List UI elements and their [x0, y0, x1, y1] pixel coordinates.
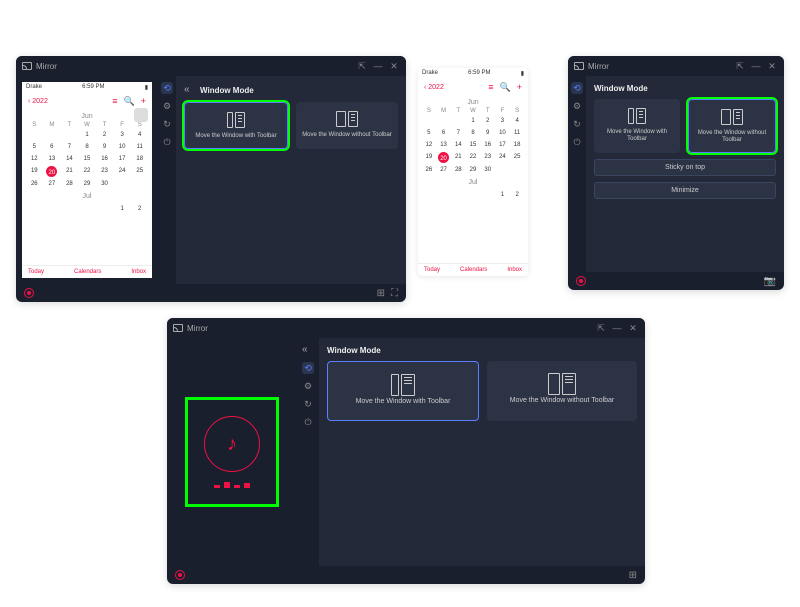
- status-battery-icon: ▮: [145, 84, 148, 91]
- month-label: Jun: [22, 113, 152, 120]
- sticky-button[interactable]: Sticky on top: [594, 159, 776, 176]
- detached-phone[interactable]: Drake6:59 PM▮ ‹ 2022 ≡🔍+ Jun SMTWTFS 123…: [418, 68, 528, 276]
- app-title: Mirror: [588, 62, 609, 71]
- calendar-grid[interactable]: 1234 567891011 12131415161718 1920212223…: [22, 128, 152, 191]
- list-icon[interactable]: ≡: [112, 96, 117, 107]
- search-icon[interactable]: 🔍: [124, 96, 135, 107]
- cast-icon: [173, 324, 183, 332]
- chevron-left-icon[interactable]: «: [184, 84, 196, 96]
- foot-inbox[interactable]: Inbox: [131, 269, 146, 275]
- app-title: Mirror: [36, 62, 57, 71]
- music-playing-indicator: ♪: [188, 400, 276, 504]
- panel-title: Window Mode: [200, 86, 254, 95]
- collapse-icon[interactable]: «: [302, 344, 314, 356]
- minimize-button[interactable]: —: [611, 322, 623, 334]
- status-carrier: Drake: [26, 84, 42, 90]
- card-without-toolbar[interactable]: Move the Window without Toolbar: [487, 361, 637, 421]
- music-circle: ♪: [204, 416, 260, 472]
- minimize-button[interactable]: —: [750, 60, 762, 72]
- calendar-back[interactable]: ‹ 2022: [28, 98, 48, 105]
- minimize-button-wide[interactable]: Minimize: [594, 182, 776, 199]
- add-icon[interactable]: +: [141, 96, 146, 107]
- mirror-window-2: Mirror ⇱ — ✕ ⟲ ⚙ ↻ ⏻ Window Mode Move th…: [568, 56, 784, 290]
- power-icon[interactable]: ⏻: [302, 416, 314, 428]
- card-without-toolbar[interactable]: Move the Window without Toolbar: [296, 102, 398, 149]
- power-icon[interactable]: ⏻: [161, 136, 173, 148]
- calendar-grid-jul[interactable]: 12: [22, 202, 152, 216]
- camera-icon[interactable]: 📷: [764, 276, 776, 287]
- record-button[interactable]: [576, 276, 586, 286]
- mirror-content: ♪: [167, 338, 297, 566]
- close-button[interactable]: ✕: [766, 60, 778, 72]
- card-without-toolbar[interactable]: Move the Window without Toolbar: [688, 99, 776, 153]
- history-icon[interactable]: ↻: [571, 118, 583, 130]
- mirror-window-3: Mirror ⇱ — ✕ ♪ « ⟲ ⚙ ↻ ⏻ Window Mode: [167, 318, 645, 584]
- history-icon[interactable]: ↻: [161, 118, 173, 130]
- side-toolbar: ⟲ ⚙ ↻ ⏻: [568, 76, 586, 272]
- cast-icon: [22, 62, 32, 70]
- history-icon[interactable]: ↻: [302, 398, 314, 410]
- close-button[interactable]: ✕: [388, 60, 400, 72]
- settings-icon[interactable]: ⚙: [161, 100, 173, 112]
- card-with-toolbar[interactable]: Move the Window with Toolbar: [594, 99, 680, 153]
- record-button[interactable]: [175, 570, 185, 580]
- settings-icon[interactable]: ⚙: [302, 380, 314, 392]
- foot-today[interactable]: Today: [28, 269, 44, 275]
- link-icon[interactable]: ⟲: [161, 82, 173, 94]
- settings-panel: Window Mode Move the Window with Toolbar…: [319, 338, 645, 566]
- card-with-toolbar[interactable]: Move the Window with Toolbar: [327, 361, 479, 421]
- layout-icon[interactable]: ⊞: [377, 288, 385, 299]
- pin-button[interactable]: ⇱: [734, 60, 746, 72]
- record-button[interactable]: [24, 288, 34, 298]
- settings-panel: Window Mode Move the Window with Toolbar…: [586, 76, 784, 272]
- link-icon[interactable]: ⟲: [302, 362, 314, 374]
- note-icon: ♪: [227, 433, 237, 456]
- add-icon[interactable]: +: [517, 82, 522, 93]
- card-label: Move the Window without Toolbar: [302, 132, 392, 139]
- settings-panel: « Window Mode Move the Window with Toolb…: [176, 76, 406, 284]
- panel-title: Window Mode: [594, 84, 776, 93]
- today-cell: 20: [46, 166, 57, 177]
- next-month-label: Jul: [22, 193, 152, 200]
- card-with-toolbar[interactable]: Move the Window with Toolbar: [184, 102, 288, 149]
- pin-button[interactable]: ⇱: [356, 60, 368, 72]
- layout-icon[interactable]: ⊞: [629, 570, 637, 581]
- side-toolbar: ⟲ ⚙ ↻ ⏻: [158, 76, 176, 284]
- status-time: 6:59 PM: [82, 84, 104, 90]
- panel-title: Window Mode: [327, 346, 637, 355]
- mirror-window-1: Mirror ⇱ — ✕ Drake 6:59 PM ▮ ‹ 2022 ≡ 🔍 …: [16, 56, 406, 302]
- link-icon[interactable]: ⟲: [571, 82, 583, 94]
- settings-icon[interactable]: ⚙: [571, 100, 583, 112]
- search-icon[interactable]: 🔍: [500, 82, 511, 93]
- power-icon[interactable]: ⏻: [571, 136, 583, 148]
- side-toolbar: « ⟲ ⚙ ↻ ⏻: [297, 338, 319, 566]
- card-label: Move the Window with Toolbar: [195, 133, 276, 140]
- fullscreen-icon[interactable]: ⛶: [391, 288, 398, 299]
- phone-statusbar: Drake 6:59 PM ▮: [22, 82, 152, 92]
- close-button[interactable]: ✕: [627, 322, 639, 334]
- foot-calendars[interactable]: Calendars: [74, 269, 101, 275]
- bottom-bar: ⊞ ⛶: [16, 284, 406, 302]
- list-icon[interactable]: ≡: [488, 82, 493, 93]
- cast-icon: [574, 62, 584, 70]
- minimize-button[interactable]: —: [372, 60, 384, 72]
- pin-button[interactable]: ⇱: [595, 322, 607, 334]
- equalizer-icon: [214, 480, 250, 488]
- mirrored-phone: Drake 6:59 PM ▮ ‹ 2022 ≡ 🔍 + Jun SMTWTFS…: [22, 82, 152, 278]
- titlebar: Mirror ⇱ — ✕: [16, 56, 406, 76]
- app-title: Mirror: [187, 324, 208, 333]
- calendar-back[interactable]: ‹ 2022: [424, 84, 444, 91]
- new-event-box[interactable]: [134, 108, 148, 122]
